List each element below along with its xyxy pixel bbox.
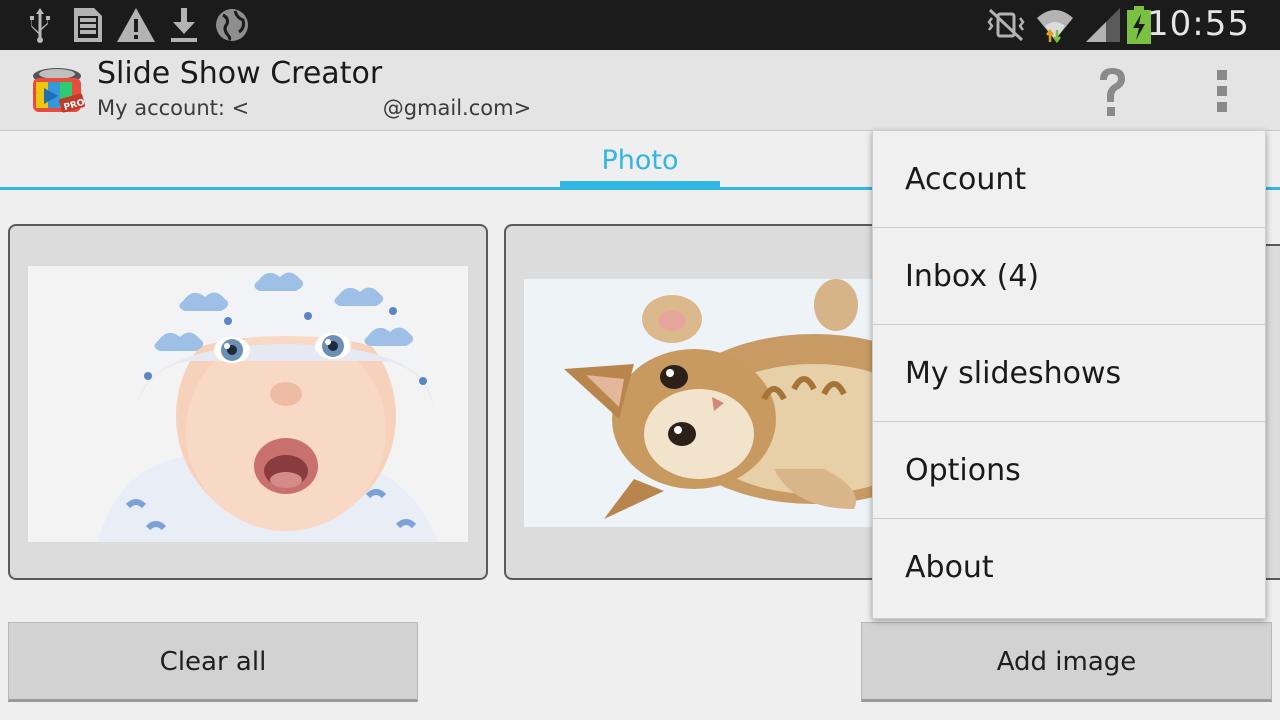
clear-all-button[interactable]: Clear all bbox=[8, 622, 418, 702]
action-bar: PRO Slide Show Creator My account: < @gm… bbox=[0, 50, 1280, 131]
wifi-icon bbox=[1037, 10, 1073, 44]
menu-item-inbox[interactable]: Inbox (4) bbox=[873, 228, 1265, 325]
globe-icon bbox=[216, 9, 248, 42]
menu-item-my-slideshows[interactable]: My slideshows bbox=[873, 325, 1265, 422]
photo-card[interactable] bbox=[8, 224, 488, 580]
add-image-button[interactable]: Add image bbox=[861, 622, 1272, 702]
warning-icon bbox=[117, 8, 155, 42]
account-subtitle: My account: < @gmail.com> bbox=[97, 96, 532, 120]
status-time: 10:55 bbox=[1147, 4, 1250, 44]
baby-photo bbox=[28, 266, 468, 542]
slideshow-app-icon[interactable]: PRO bbox=[28, 64, 86, 118]
menu-item-options[interactable]: Options bbox=[873, 422, 1265, 519]
app-title: Slide Show Creator bbox=[97, 56, 383, 91]
tab-selected-indicator bbox=[560, 181, 720, 189]
menu-item-about[interactable]: About bbox=[873, 519, 1265, 616]
overflow-menu-icon[interactable] bbox=[1208, 68, 1238, 114]
mute-vibrate-icon bbox=[987, 8, 1025, 42]
overflow-menu: Account Inbox (4) My slideshows Options … bbox=[872, 130, 1266, 619]
status-bar: 10:55 bbox=[0, 0, 1280, 50]
download-icon bbox=[171, 8, 197, 42]
tab-photo[interactable]: Photo bbox=[560, 145, 720, 176]
menu-item-account[interactable]: Account bbox=[873, 131, 1265, 228]
signal-icon bbox=[1086, 8, 1120, 42]
help-icon[interactable] bbox=[1092, 64, 1132, 120]
usb-icon bbox=[30, 8, 50, 43]
sd-card-icon bbox=[74, 8, 102, 42]
